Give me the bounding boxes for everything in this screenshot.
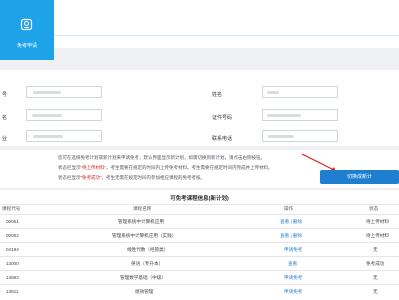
table-title: 可免考课程信息(新计划) <box>170 196 229 202</box>
form-row-1: 号 姓名 <box>0 84 399 104</box>
field-id-number <box>262 109 338 121</box>
apply-exemption-link[interactable]: 申请免考 <box>284 289 302 295</box>
label-id-number: 证件号码 <box>212 115 233 121</box>
view-delete-link[interactable]: 查看 | 删除 <box>280 233 302 239</box>
notice-line-1: 您可在选择免考计划或新计划来申请免考，默认界面显示新计划，如需切换到新计划，请点… <box>58 155 265 160</box>
view-link[interactable]: 查看 <box>288 261 297 267</box>
notice-line-2: 状态栏显示“待上传材料”，考生需要在规定的时间内上传免考材料。考生需要在规定时间… <box>58 165 273 170</box>
course-table: 可免考课程信息(新计划) 课程代号 课程名称 操作 状态 00051 管理系统中… <box>0 190 399 300</box>
col-action: 操作 <box>284 206 294 211</box>
form-row-3: 业 联系电话 <box>0 128 399 148</box>
field-phone <box>262 130 338 142</box>
document-icon <box>20 18 33 31</box>
tab-label: 免考申请 <box>16 43 37 49</box>
switch-plan-button[interactable]: 切换成新计 <box>320 170 399 184</box>
apply-exemption-link[interactable]: 申请免考 <box>284 247 302 253</box>
top-bar <box>0 0 399 48</box>
tab-underline <box>54 35 399 36</box>
label-name: 姓名 <box>212 92 223 98</box>
field-id <box>26 86 102 98</box>
apply-exemption-link[interactable]: 申请免考 <box>284 275 302 281</box>
form-row-2: 名 证件号码 <box>0 107 399 127</box>
notice-line-3: 状态栏显示“免考成功”，考生无需在规定时间内参加相应课程的免考考核。 <box>58 175 205 180</box>
field-college <box>26 109 102 121</box>
field-major <box>26 130 102 142</box>
label-major: 业 <box>2 136 8 142</box>
col-status: 状态 <box>369 206 379 211</box>
field-name <box>262 86 338 98</box>
personal-info-panel: 号 姓名 名 证件号码 业 联系电话 <box>0 70 399 146</box>
col-code: 课程代号 <box>2 206 21 211</box>
view-delete-link[interactable]: 查看 | 删除 <box>280 219 302 225</box>
label-id: 号 <box>2 92 8 98</box>
col-name: 课程名称 <box>133 206 152 211</box>
tab-exemption-apply[interactable]: 免考申请 <box>0 0 54 60</box>
label-phone: 联系电话 <box>212 136 233 142</box>
label-college: 名 <box>2 115 8 121</box>
